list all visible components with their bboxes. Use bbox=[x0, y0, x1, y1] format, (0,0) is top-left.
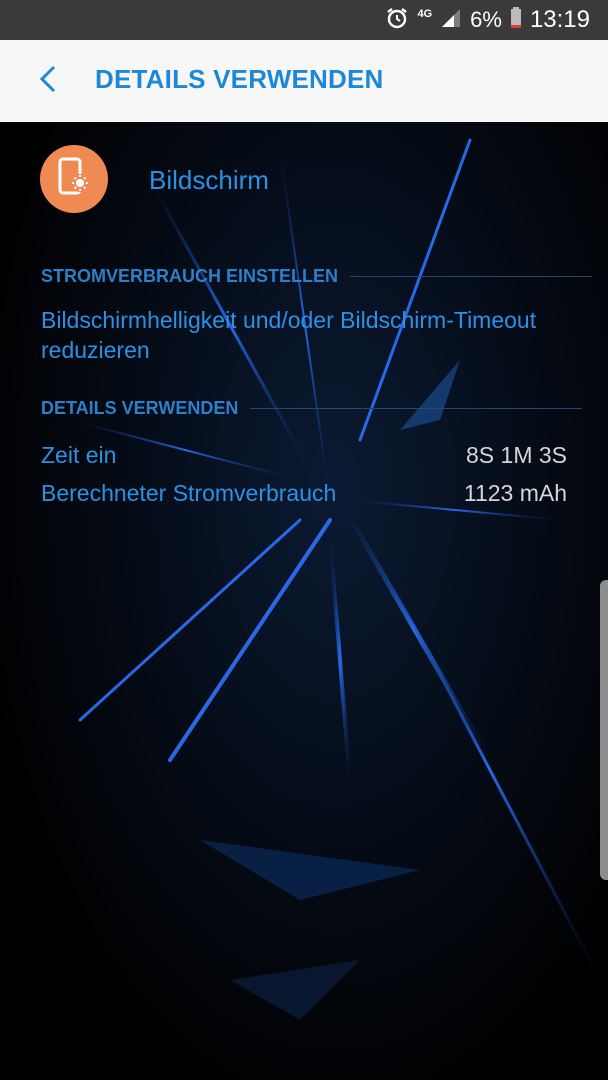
battery-percent: 6% bbox=[470, 7, 502, 32]
power-suggestion-link[interactable]: Bildschirmhelligkeit und/oder Bildschirm… bbox=[41, 305, 541, 365]
section-header-details: DETAILS VERWENDEN bbox=[41, 398, 583, 419]
section-divider bbox=[350, 276, 593, 277]
back-arrow-icon bbox=[38, 64, 58, 99]
network-type-label: 4G bbox=[417, 7, 433, 20]
section-header-power-label: STROMVERBRAUCH EINSTELLEN bbox=[41, 266, 339, 286]
app-icon bbox=[40, 145, 108, 213]
detail-value: 1123 mAh bbox=[463, 480, 567, 506]
section-divider bbox=[250, 408, 583, 409]
section-header-power: STROMVERBRAUCH EINSTELLEN bbox=[41, 266, 593, 287]
detail-row-time-on: Zeit ein 8S 1M 3S bbox=[41, 442, 567, 469]
app-name: Bildschirm bbox=[149, 165, 269, 195]
clock: 13:19 bbox=[529, 6, 590, 33]
section-header-details-label: DETAILS VERWENDEN bbox=[41, 398, 239, 418]
battery-icon bbox=[510, 6, 522, 35]
screen-brightness-icon bbox=[57, 157, 91, 202]
back-button[interactable] bbox=[28, 60, 68, 102]
detail-value: 8S 1M 3S bbox=[466, 442, 567, 468]
signal-icon bbox=[440, 7, 462, 34]
scroll-handle[interactable] bbox=[600, 580, 608, 880]
detail-label: Berechneter Stromverbrauch bbox=[41, 480, 337, 506]
details-content: Bildschirm STROMVERBRAUCH EINSTELLEN Bil… bbox=[0, 122, 608, 1080]
detail-row-power-usage: Berechneter Stromverbrauch 1123 mAh bbox=[41, 480, 567, 507]
app-bar: DETAILS VERWENDEN bbox=[0, 40, 608, 122]
page-title: DETAILS VERWENDEN bbox=[95, 64, 384, 94]
status-bar: 4G 6% 13:19 bbox=[0, 0, 608, 40]
alarm-icon bbox=[385, 6, 409, 35]
detail-label: Zeit ein bbox=[41, 442, 117, 468]
